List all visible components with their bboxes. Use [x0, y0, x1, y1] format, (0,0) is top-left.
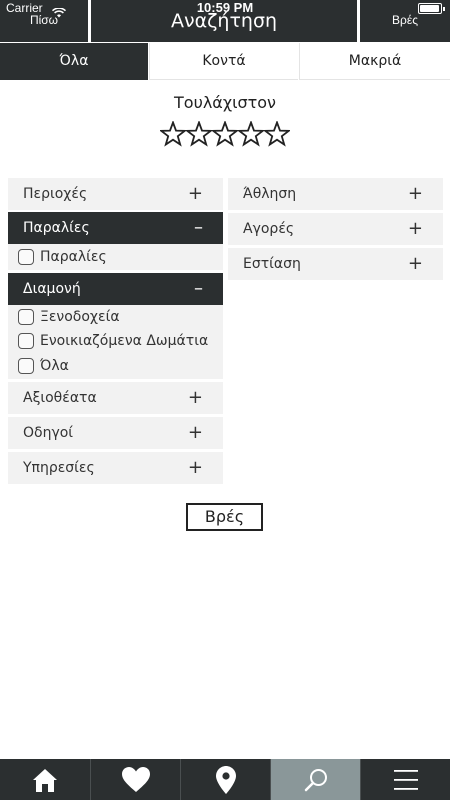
category-services-label: Υπηρεσίες	[23, 460, 95, 476]
home-icon	[33, 768, 57, 792]
checkbox[interactable]	[18, 333, 34, 349]
star-icon-2[interactable]	[186, 121, 212, 147]
rating-label: Τουλάχιστον	[174, 93, 276, 112]
category-guides-label: Οδηγοί	[23, 425, 74, 441]
checkbox[interactable]	[18, 358, 34, 374]
tab-near[interactable]: Κοντά	[149, 43, 298, 80]
tab-home[interactable]	[0, 759, 90, 800]
option-label: Ξενοδοχεία	[40, 309, 120, 325]
category-dining-label: Εστίαση	[243, 256, 301, 272]
expand-icon: +	[187, 387, 203, 408]
option-label: Παραλίες	[40, 249, 107, 265]
category-sights[interactable]: Αξιοθέατα +	[8, 382, 223, 414]
expand-icon: +	[407, 253, 423, 274]
category-services[interactable]: Υπηρεσίες +	[8, 452, 223, 484]
category-areas-label: Περιοχές	[23, 186, 88, 202]
tab-menu[interactable]	[361, 759, 450, 800]
category-shopping[interactable]: Αγορές +	[228, 213, 443, 245]
tab-search[interactable]	[271, 759, 360, 800]
star-rating	[160, 121, 290, 149]
collapse-icon: –	[194, 278, 203, 299]
star-icon-4[interactable]	[238, 121, 264, 147]
back-button[interactable]: Πίσω	[0, 13, 88, 27]
category-shopping-label: Αγορές	[243, 221, 295, 237]
tab-favorites[interactable]	[91, 759, 180, 800]
category-beaches-label: Παραλίες	[23, 220, 90, 236]
tab-map[interactable]	[181, 759, 270, 800]
expand-icon: +	[187, 457, 203, 478]
category-dining[interactable]: Εστίαση +	[228, 248, 443, 280]
menu-icon	[393, 769, 418, 790]
category-beaches[interactable]: Παραλίες –	[8, 212, 223, 244]
tab-all[interactable]: Όλα	[0, 43, 148, 80]
bottom-tab-bar	[0, 759, 450, 800]
find-button[interactable]: Βρές	[186, 503, 263, 531]
accommodation-options: Ξενοδοχεία Ενοικιαζόμενα Δωμάτια Όλα	[8, 305, 223, 379]
category-guides[interactable]: Οδηγοί +	[8, 417, 223, 449]
star-icon-3[interactable]	[212, 121, 238, 147]
heart-icon	[121, 766, 150, 792]
star-icon-5[interactable]	[264, 121, 290, 147]
category-sports-label: Άθληση	[243, 186, 297, 202]
option-label: Ενοικιαζόμενα Δωμάτια	[40, 333, 209, 349]
category-areas[interactable]: Περιοχές +	[8, 178, 223, 210]
map-pin-icon	[215, 765, 236, 794]
category-sports[interactable]: Άθληση +	[228, 178, 443, 210]
star-icon-1[interactable]	[160, 121, 186, 147]
category-accommodation-label: Διαμονή	[23, 281, 81, 297]
expand-icon: +	[187, 422, 203, 443]
option-label: Όλα	[40, 358, 69, 374]
search-icon	[304, 768, 327, 791]
distance-tabs: Όλα Κοντά Μακριά	[0, 43, 450, 80]
expand-icon: +	[407, 183, 423, 204]
beaches-options: Παραλίες	[8, 244, 223, 270]
checkbox[interactable]	[18, 309, 34, 325]
expand-icon: +	[187, 183, 203, 204]
collapse-icon: –	[194, 217, 203, 238]
category-accommodation[interactable]: Διαμονή –	[8, 273, 223, 305]
tab-far[interactable]: Μακριά	[299, 43, 450, 80]
category-sights-label: Αξιοθέατα	[23, 390, 97, 406]
top-header: Carrier 10:59 PM Πίσω Αναζήτηση Βρές	[0, 0, 450, 42]
checkbox[interactable]	[18, 249, 34, 265]
page-title: Αναζήτηση	[170, 10, 278, 32]
expand-icon: +	[407, 218, 423, 239]
header-find-button[interactable]: Βρές	[360, 13, 450, 27]
